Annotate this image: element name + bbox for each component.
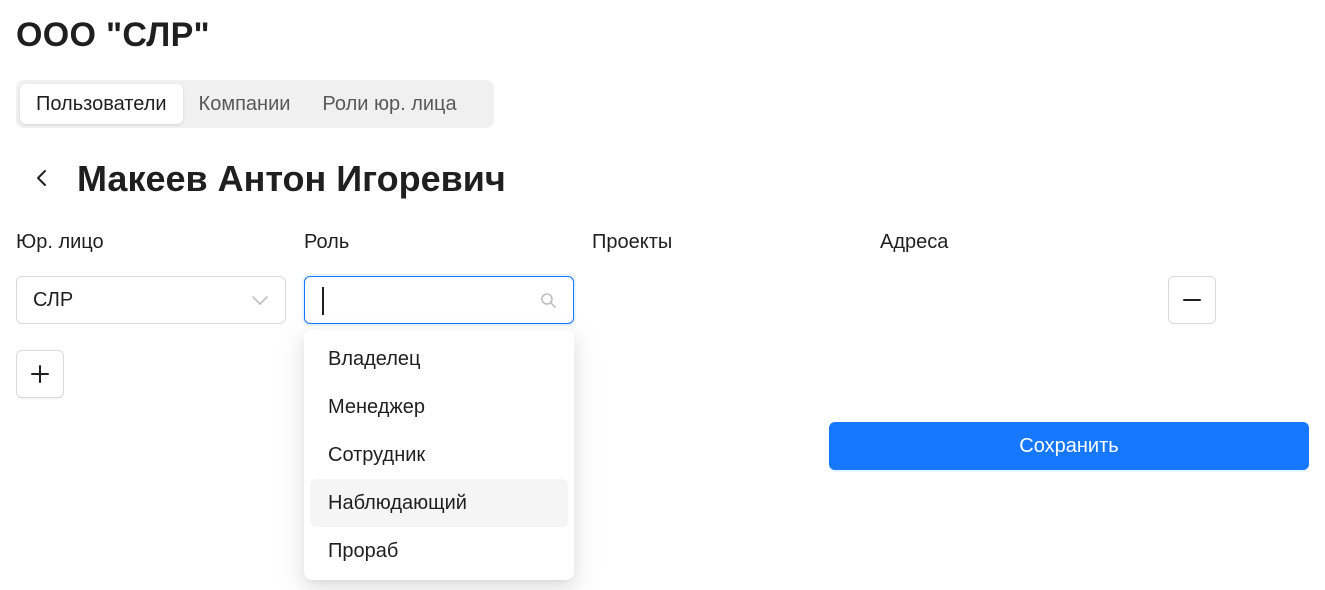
- search-icon: [541, 293, 556, 308]
- role-option-employee[interactable]: Сотрудник: [310, 431, 568, 479]
- add-row-button[interactable]: [16, 350, 64, 398]
- role-dropdown: Владелец Менеджер Сотрудник Наблюдающий …: [304, 330, 574, 580]
- role-option-owner[interactable]: Владелец: [310, 335, 568, 383]
- legal-entity-column-label: Юр. лицо: [16, 231, 104, 253]
- role-search-input[interactable]: [304, 276, 574, 324]
- save-button[interactable]: Сохранить: [829, 422, 1309, 470]
- chevron-down-icon: [252, 296, 268, 305]
- role-option-observer[interactable]: Наблюдающий: [310, 479, 568, 527]
- remove-row-button[interactable]: [1168, 276, 1216, 324]
- role-column-label: Роль: [304, 231, 350, 253]
- legal-entity-select-value: СЛР: [33, 289, 74, 311]
- role-option-foreman[interactable]: Прораб: [310, 527, 568, 575]
- tab-legal-entity-roles[interactable]: Роли юр. лица: [306, 84, 472, 124]
- page-title: Макеев Антон Игоревич: [77, 158, 506, 199]
- role-option-manager[interactable]: Менеджер: [310, 383, 568, 431]
- addresses-column-label: Адреса: [880, 231, 949, 253]
- text-caret: [322, 287, 324, 315]
- projects-column-label: Проекты: [592, 231, 673, 253]
- back-button[interactable]: [24, 160, 60, 196]
- minus-icon: [1183, 299, 1201, 301]
- tabs: Пользователи Компании Роли юр. лица: [16, 80, 494, 128]
- company-title: ООО "СЛР": [16, 16, 210, 54]
- tab-users[interactable]: Пользователи: [20, 84, 183, 124]
- tab-companies[interactable]: Компании: [183, 84, 307, 124]
- legal-entity-select[interactable]: СЛР: [16, 276, 286, 324]
- plus-icon: [31, 365, 49, 383]
- chevron-left-icon: [37, 170, 46, 186]
